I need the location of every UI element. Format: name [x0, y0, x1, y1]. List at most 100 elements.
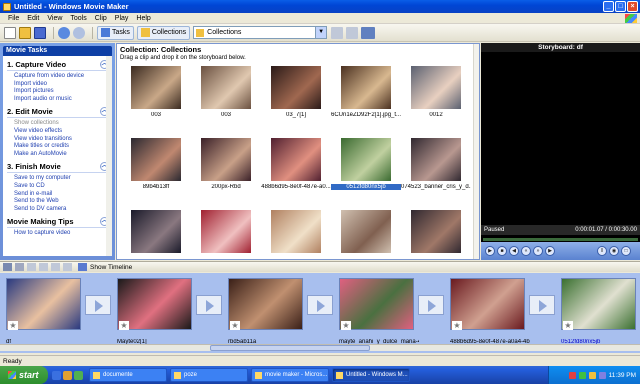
task-link[interactable]: Send to the Web [7, 198, 109, 206]
menu-view[interactable]: View [43, 15, 66, 22]
clip-item[interactable]: 6CUn1eZD92F2[1].jpg_t... [331, 64, 401, 136]
collections-button[interactable]: Collections [136, 25, 191, 40]
clip-thumbnail[interactable] [131, 66, 181, 109]
fullscreen-icon[interactable]: □ [621, 246, 631, 256]
new-folder-icon[interactable] [346, 26, 359, 39]
task-link[interactable]: How to capture video [7, 230, 109, 238]
video-effect-star-icon[interactable]: ★ [452, 321, 462, 330]
chevron-down-icon[interactable]: ▼ [315, 27, 327, 38]
clip-item[interactable] [121, 208, 191, 260]
next-frame-icon[interactable]: ▶ [545, 246, 555, 256]
stop-icon[interactable]: ■ [497, 246, 507, 256]
clip-item[interactable]: 03_7[1] [261, 64, 331, 136]
explorer-icon[interactable] [63, 370, 72, 380]
storyboard-clip[interactable]: ★ 488b6d95-8e0f-487e-a0a4-4b... [448, 277, 530, 345]
ie-icon[interactable] [52, 370, 61, 380]
clip-item[interactable]: 0512fd80nx5jb [331, 136, 401, 208]
rewind-icon[interactable]: « [521, 246, 531, 256]
transition-slot[interactable] [418, 295, 444, 315]
clip-thumbnail[interactable] [271, 210, 321, 253]
taskbar-item[interactable]: poze [170, 368, 248, 382]
video-effect-star-icon[interactable]: ★ [8, 321, 18, 330]
up-folder-icon[interactable] [331, 26, 344, 39]
task-link[interactable]: View video effects [7, 128, 109, 136]
collections-dropdown[interactable]: Collections ▼ [193, 26, 328, 39]
volume-icon[interactable] [588, 371, 596, 379]
split-clip-icon[interactable]: ‖ [597, 246, 607, 256]
task-link[interactable]: Import pictures [7, 88, 109, 96]
storyboard-clip[interactable]: ★ Mayte02[1] [115, 277, 193, 345]
clip-thumbnail[interactable] [201, 138, 251, 181]
narrate-icon[interactable] [15, 263, 24, 271]
clip-item[interactable]: 488b6d95-8e0f-487e-a0... [261, 136, 331, 208]
storyboard-clip[interactable]: ★ 0512fd80nx5jb [559, 277, 637, 345]
clip-thumbnail[interactable] [131, 210, 181, 253]
transition-slot[interactable] [196, 295, 222, 315]
taskbar-item[interactable]: documente [89, 368, 167, 382]
video-effect-star-icon[interactable]: ★ [563, 321, 573, 330]
menu-tools[interactable]: Tools [66, 15, 90, 22]
start-button[interactable]: start [0, 366, 48, 384]
task-link[interactable]: Import video [7, 81, 109, 89]
collection-scrollbar[interactable] [473, 44, 479, 259]
clip-thumbnail[interactable] [201, 66, 251, 109]
transition-slot[interactable] [529, 295, 555, 315]
taskbar-item[interactable]: Untitled - Windows M... [332, 368, 410, 382]
task-link[interactable]: Save to my computer [7, 175, 109, 183]
clip-thumbnail[interactable] [341, 138, 391, 181]
clip-thumbnail[interactable] [411, 138, 461, 181]
clip-thumbnail[interactable] [411, 66, 461, 109]
media-icon[interactable] [74, 370, 83, 380]
clip-thumbnail[interactable] [341, 66, 391, 109]
snapshot-icon[interactable]: ◉ [609, 246, 619, 256]
tasks-scrollbar[interactable] [106, 56, 112, 256]
tasks-button[interactable]: Tasks [97, 25, 134, 40]
messenger-icon[interactable] [598, 371, 606, 379]
task-link[interactable]: Capture from video device [7, 73, 109, 81]
zoom-in-icon[interactable] [27, 263, 36, 271]
clip-item[interactable]: 003 [121, 64, 191, 136]
clip-item[interactable] [191, 208, 261, 260]
video-effect-star-icon[interactable]: ★ [341, 321, 351, 330]
task-link[interactable]: Send to DV camera [7, 206, 109, 214]
menu-play[interactable]: Play [111, 15, 133, 22]
storyboard-scrollbar[interactable] [0, 344, 640, 351]
forward-icon[interactable]: » [533, 246, 543, 256]
seek-bar[interactable] [483, 238, 638, 241]
close-button[interactable]: × [627, 1, 638, 12]
previous-frame-icon[interactable]: ◀ [509, 246, 519, 256]
clip-thumbnail[interactable] [271, 66, 321, 109]
undo-icon[interactable] [58, 26, 70, 39]
transition-slot[interactable] [307, 295, 333, 315]
clip-item[interactable]: 003 [191, 64, 261, 136]
menu-clip[interactable]: Clip [91, 15, 111, 22]
clip-item[interactable] [331, 208, 401, 260]
task-link[interactable]: Send in e-mail [7, 191, 109, 199]
clip-item[interactable]: 074523_banner_cris_y_d... [401, 136, 471, 208]
clip-thumbnail[interactable] [201, 210, 251, 253]
save-project-icon[interactable] [34, 26, 46, 39]
play-storyboard-icon[interactable] [63, 263, 72, 271]
antivirus-icon[interactable] [568, 371, 576, 379]
clip-item[interactable]: 89b4b13ff [121, 136, 191, 208]
task-link[interactable]: View video transitions [7, 136, 109, 144]
views-icon[interactable] [361, 26, 376, 39]
clip-thumbnail[interactable] [341, 210, 391, 253]
storyboard-clip[interactable]: ★ df [4, 277, 82, 345]
audio-icon[interactable] [3, 263, 12, 271]
play-icon[interactable]: ▶ [485, 246, 495, 256]
video-effect-star-icon[interactable]: ★ [230, 321, 240, 330]
taskbar-item[interactable]: movie maker - Micros... [251, 368, 329, 382]
minimize-button[interactable]: _ [603, 1, 614, 12]
clip-thumbnail[interactable] [411, 210, 461, 253]
task-link[interactable]: Save to CD [7, 183, 109, 191]
task-link[interactable]: Import audio or music [7, 96, 109, 104]
clip-item[interactable] [261, 208, 331, 260]
network-icon[interactable] [578, 371, 586, 379]
clip-thumbnail[interactable] [271, 138, 321, 181]
zoom-out-icon[interactable] [39, 263, 48, 271]
task-link[interactable]: Make titles or credits [7, 143, 109, 151]
video-effect-star-icon[interactable]: ★ [119, 321, 129, 330]
clip-item[interactable]: 0012 [401, 64, 471, 136]
clip-item[interactable]: 200px-Rbd [191, 136, 261, 208]
